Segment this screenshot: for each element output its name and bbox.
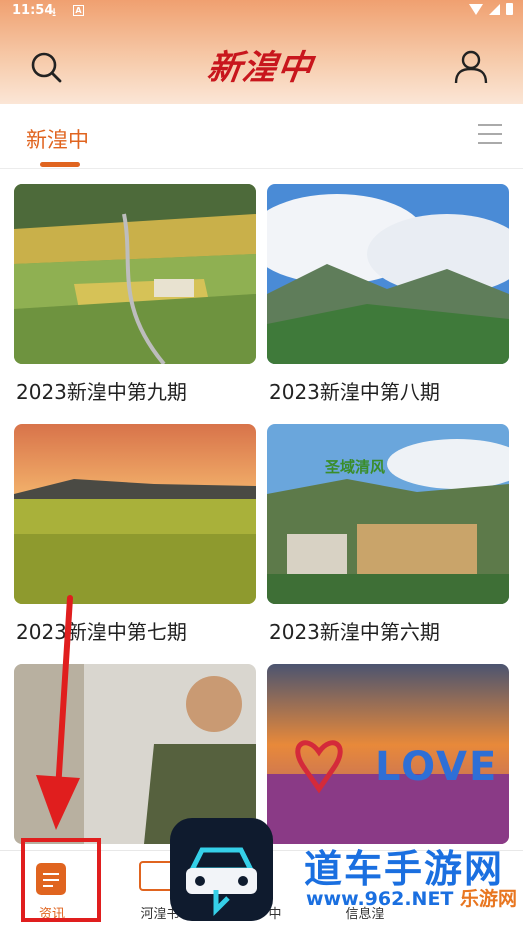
card-title: 2023新湟中第八期 [269, 380, 440, 404]
card-issue-6[interactable]: 圣域清风 2023新湟中第六期 [267, 424, 509, 645]
battery-icon [506, 3, 513, 15]
watermark-domain: www.962.NET 乐游网 [306, 888, 518, 910]
app-logo: 新湟中 [204, 48, 316, 88]
wifi-icon [469, 3, 483, 15]
card-title: 2023新湟中第九期 [16, 380, 187, 404]
tab-active-indicator [40, 162, 80, 167]
search-button[interactable] [28, 49, 64, 85]
card-title: 2023新湟中第七期 [16, 620, 187, 644]
card-thumbnail [267, 184, 509, 364]
signal-icon [489, 3, 500, 15]
card-thumbnail [14, 424, 256, 604]
love-sign: LOVE [375, 744, 499, 790]
card-thumbnail: LOVE [267, 664, 509, 844]
tab-bar: 新湟中 [0, 104, 523, 169]
menu-icon[interactable] [478, 124, 502, 146]
user-icon [454, 50, 488, 84]
card-issue-7[interactable]: 2023新湟中第七期 [14, 424, 256, 645]
card-issue-8[interactable]: 2023新湟中第八期 [267, 184, 509, 405]
card-overlay-title: 圣域清风 [325, 458, 386, 476]
card-thumbnail: 圣域清风 [267, 424, 509, 604]
status-time: 11:54 [12, 3, 54, 18]
status-bar: 11:54 ⭳ A [0, 0, 523, 22]
tab-xin-huangzhong[interactable]: 新湟中 [26, 124, 89, 154]
card-issue-4[interactable]: LOVE [267, 664, 509, 856]
annotation-highlight-box [21, 838, 101, 922]
profile-button[interactable] [452, 48, 490, 86]
card-thumbnail [14, 664, 256, 844]
card-title: 2023新湟中第六期 [269, 620, 440, 644]
download-icon: ⭳ [52, 5, 57, 19]
watermark-car-icon [170, 818, 273, 921]
card-issue-9[interactable]: 2023新湟中第九期 [14, 184, 256, 405]
card-thumbnail [14, 184, 256, 364]
app-notification-icon: A [73, 5, 84, 16]
search-icon [31, 52, 62, 83]
